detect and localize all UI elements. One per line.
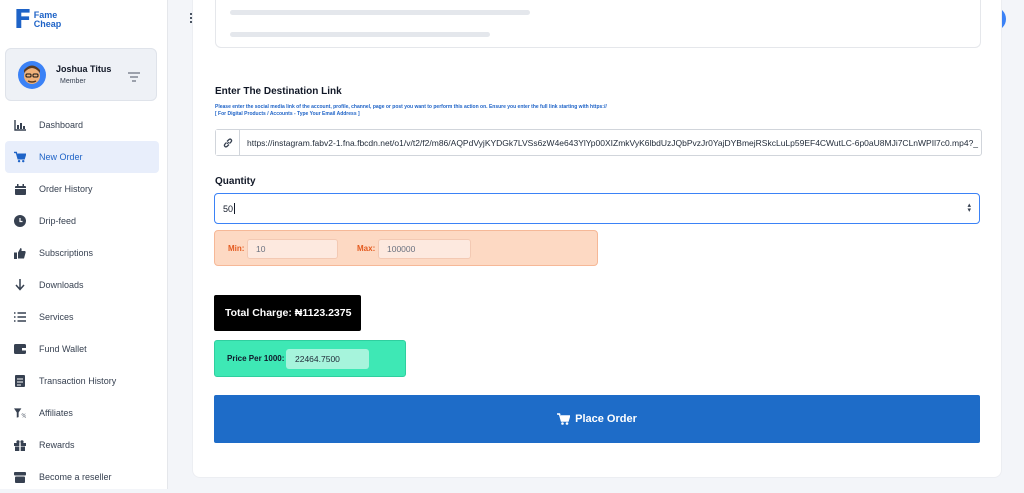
sidebar-item-label: Become a reseller bbox=[39, 472, 112, 482]
sidebar-item-subscriptions[interactable]: Subscriptions bbox=[5, 237, 159, 269]
calendar-icon bbox=[14, 183, 26, 195]
text-cursor bbox=[234, 203, 236, 214]
destination-link-group bbox=[215, 129, 982, 156]
quantity-limits: Min: 10 Max: 100000 bbox=[214, 230, 598, 266]
sidebar-item-rewards[interactable]: Rewards bbox=[5, 429, 159, 461]
user-role: Member bbox=[60, 78, 86, 85]
destination-link-input[interactable] bbox=[240, 130, 981, 155]
max-label: Max: bbox=[357, 244, 376, 253]
obscured-text bbox=[230, 32, 490, 37]
user-name: Joshua Titus bbox=[56, 64, 112, 74]
link-icon bbox=[216, 130, 240, 155]
affiliate-icon: % bbox=[14, 407, 26, 419]
sidebar-item-label: Services bbox=[39, 312, 74, 322]
sidebar-item-order-history[interactable]: Order History bbox=[5, 173, 159, 205]
sidebar-item-label: Order History bbox=[39, 184, 93, 194]
quantity-value: 50 bbox=[223, 203, 234, 214]
destination-link-title: Enter The Destination Link bbox=[215, 86, 342, 97]
quantity-input[interactable]: 50 ▴ ▾ bbox=[214, 193, 980, 224]
cart-icon bbox=[557, 413, 571, 425]
sidebar-item-drip-feed[interactable]: Drip-feed bbox=[5, 205, 159, 237]
logo-mark: F bbox=[14, 5, 32, 35]
sidebar-item-new-order[interactable]: New Order bbox=[5, 141, 159, 173]
arrow-down-icon bbox=[14, 279, 26, 291]
clock-icon bbox=[14, 215, 26, 227]
sidebar-item-label: Subscriptions bbox=[39, 248, 94, 258]
thumbs-up-icon bbox=[14, 247, 26, 259]
user-card[interactable]: Joshua Titus Member bbox=[5, 48, 157, 101]
sidebar-item-label: Downloads bbox=[39, 280, 84, 290]
price-per-1000-label: Price Per 1000: bbox=[227, 354, 285, 363]
wallet-icon bbox=[14, 343, 26, 355]
new-order-card: Enter The Destination Link Please enter … bbox=[192, 0, 1002, 478]
place-order-button[interactable]: Place Order bbox=[214, 395, 980, 443]
sidebar-item-label: Drip-feed bbox=[39, 216, 77, 226]
sidebar-nav: Dashboard New Order Order History Drip-f… bbox=[0, 109, 168, 493]
sidebar: F Fame Cheap Joshua Titus Member Dashboa… bbox=[0, 0, 168, 489]
receipt-icon bbox=[14, 375, 26, 387]
sidebar-item-affiliates[interactable]: % Affiliates bbox=[5, 397, 159, 429]
sidebar-item-label: Transaction History bbox=[39, 376, 117, 386]
brand-logo[interactable]: F Fame Cheap bbox=[14, 6, 61, 34]
sidebar-item-services[interactable]: Services bbox=[5, 301, 159, 333]
price-per-1000-value: 22464.7500 bbox=[286, 349, 369, 369]
quantity-stepper-icon[interactable]: ▴ ▾ bbox=[967, 202, 971, 214]
obscured-text bbox=[230, 10, 530, 15]
max-value: 100000 bbox=[378, 239, 471, 259]
sidebar-item-label: Fund Wallet bbox=[39, 344, 87, 354]
help-note: [ For Digital Products / Accounts - Type… bbox=[215, 111, 360, 117]
total-charge: Total Charge: ₦1123.2375 bbox=[214, 295, 361, 331]
min-value: 10 bbox=[247, 239, 338, 259]
sidebar-item-label: Affiliates bbox=[39, 408, 73, 418]
help-text: Please enter the social media link of th… bbox=[215, 104, 607, 110]
chart-icon bbox=[14, 119, 26, 131]
quantity-label: Quantity bbox=[215, 176, 256, 187]
sidebar-item-label: New Order bbox=[39, 152, 83, 162]
logo-wordmark: Fame Cheap bbox=[34, 11, 62, 29]
sidebar-item-label: Rewards bbox=[39, 440, 75, 450]
min-label: Min: bbox=[228, 244, 245, 253]
filter-icon[interactable] bbox=[128, 69, 140, 87]
logo-line-2: Cheap bbox=[33, 19, 62, 29]
store-icon bbox=[14, 471, 26, 483]
sidebar-item-downloads[interactable]: Downloads bbox=[5, 269, 159, 301]
sidebar-item-label: Dashboard bbox=[39, 120, 84, 130]
svg-text:%: % bbox=[21, 414, 26, 419]
list-icon bbox=[14, 311, 26, 323]
sidebar-item-transaction-history[interactable]: Transaction History bbox=[5, 365, 159, 397]
avatar bbox=[18, 61, 46, 94]
price-per-1000: Price Per 1000: 22464.7500 bbox=[214, 340, 406, 377]
cart-icon bbox=[14, 151, 26, 163]
place-order-label: Place Order bbox=[575, 413, 637, 425]
sidebar-item-fund-wallet[interactable]: Fund Wallet bbox=[5, 333, 159, 365]
sidebar-item-dashboard[interactable]: Dashboard bbox=[5, 109, 159, 141]
destination-link-help: Please enter the social media link of th… bbox=[215, 104, 607, 118]
sidebar-item-become-reseller[interactable]: Become a reseller bbox=[5, 461, 159, 493]
gift-icon bbox=[14, 439, 26, 451]
previous-field bbox=[215, 0, 981, 48]
